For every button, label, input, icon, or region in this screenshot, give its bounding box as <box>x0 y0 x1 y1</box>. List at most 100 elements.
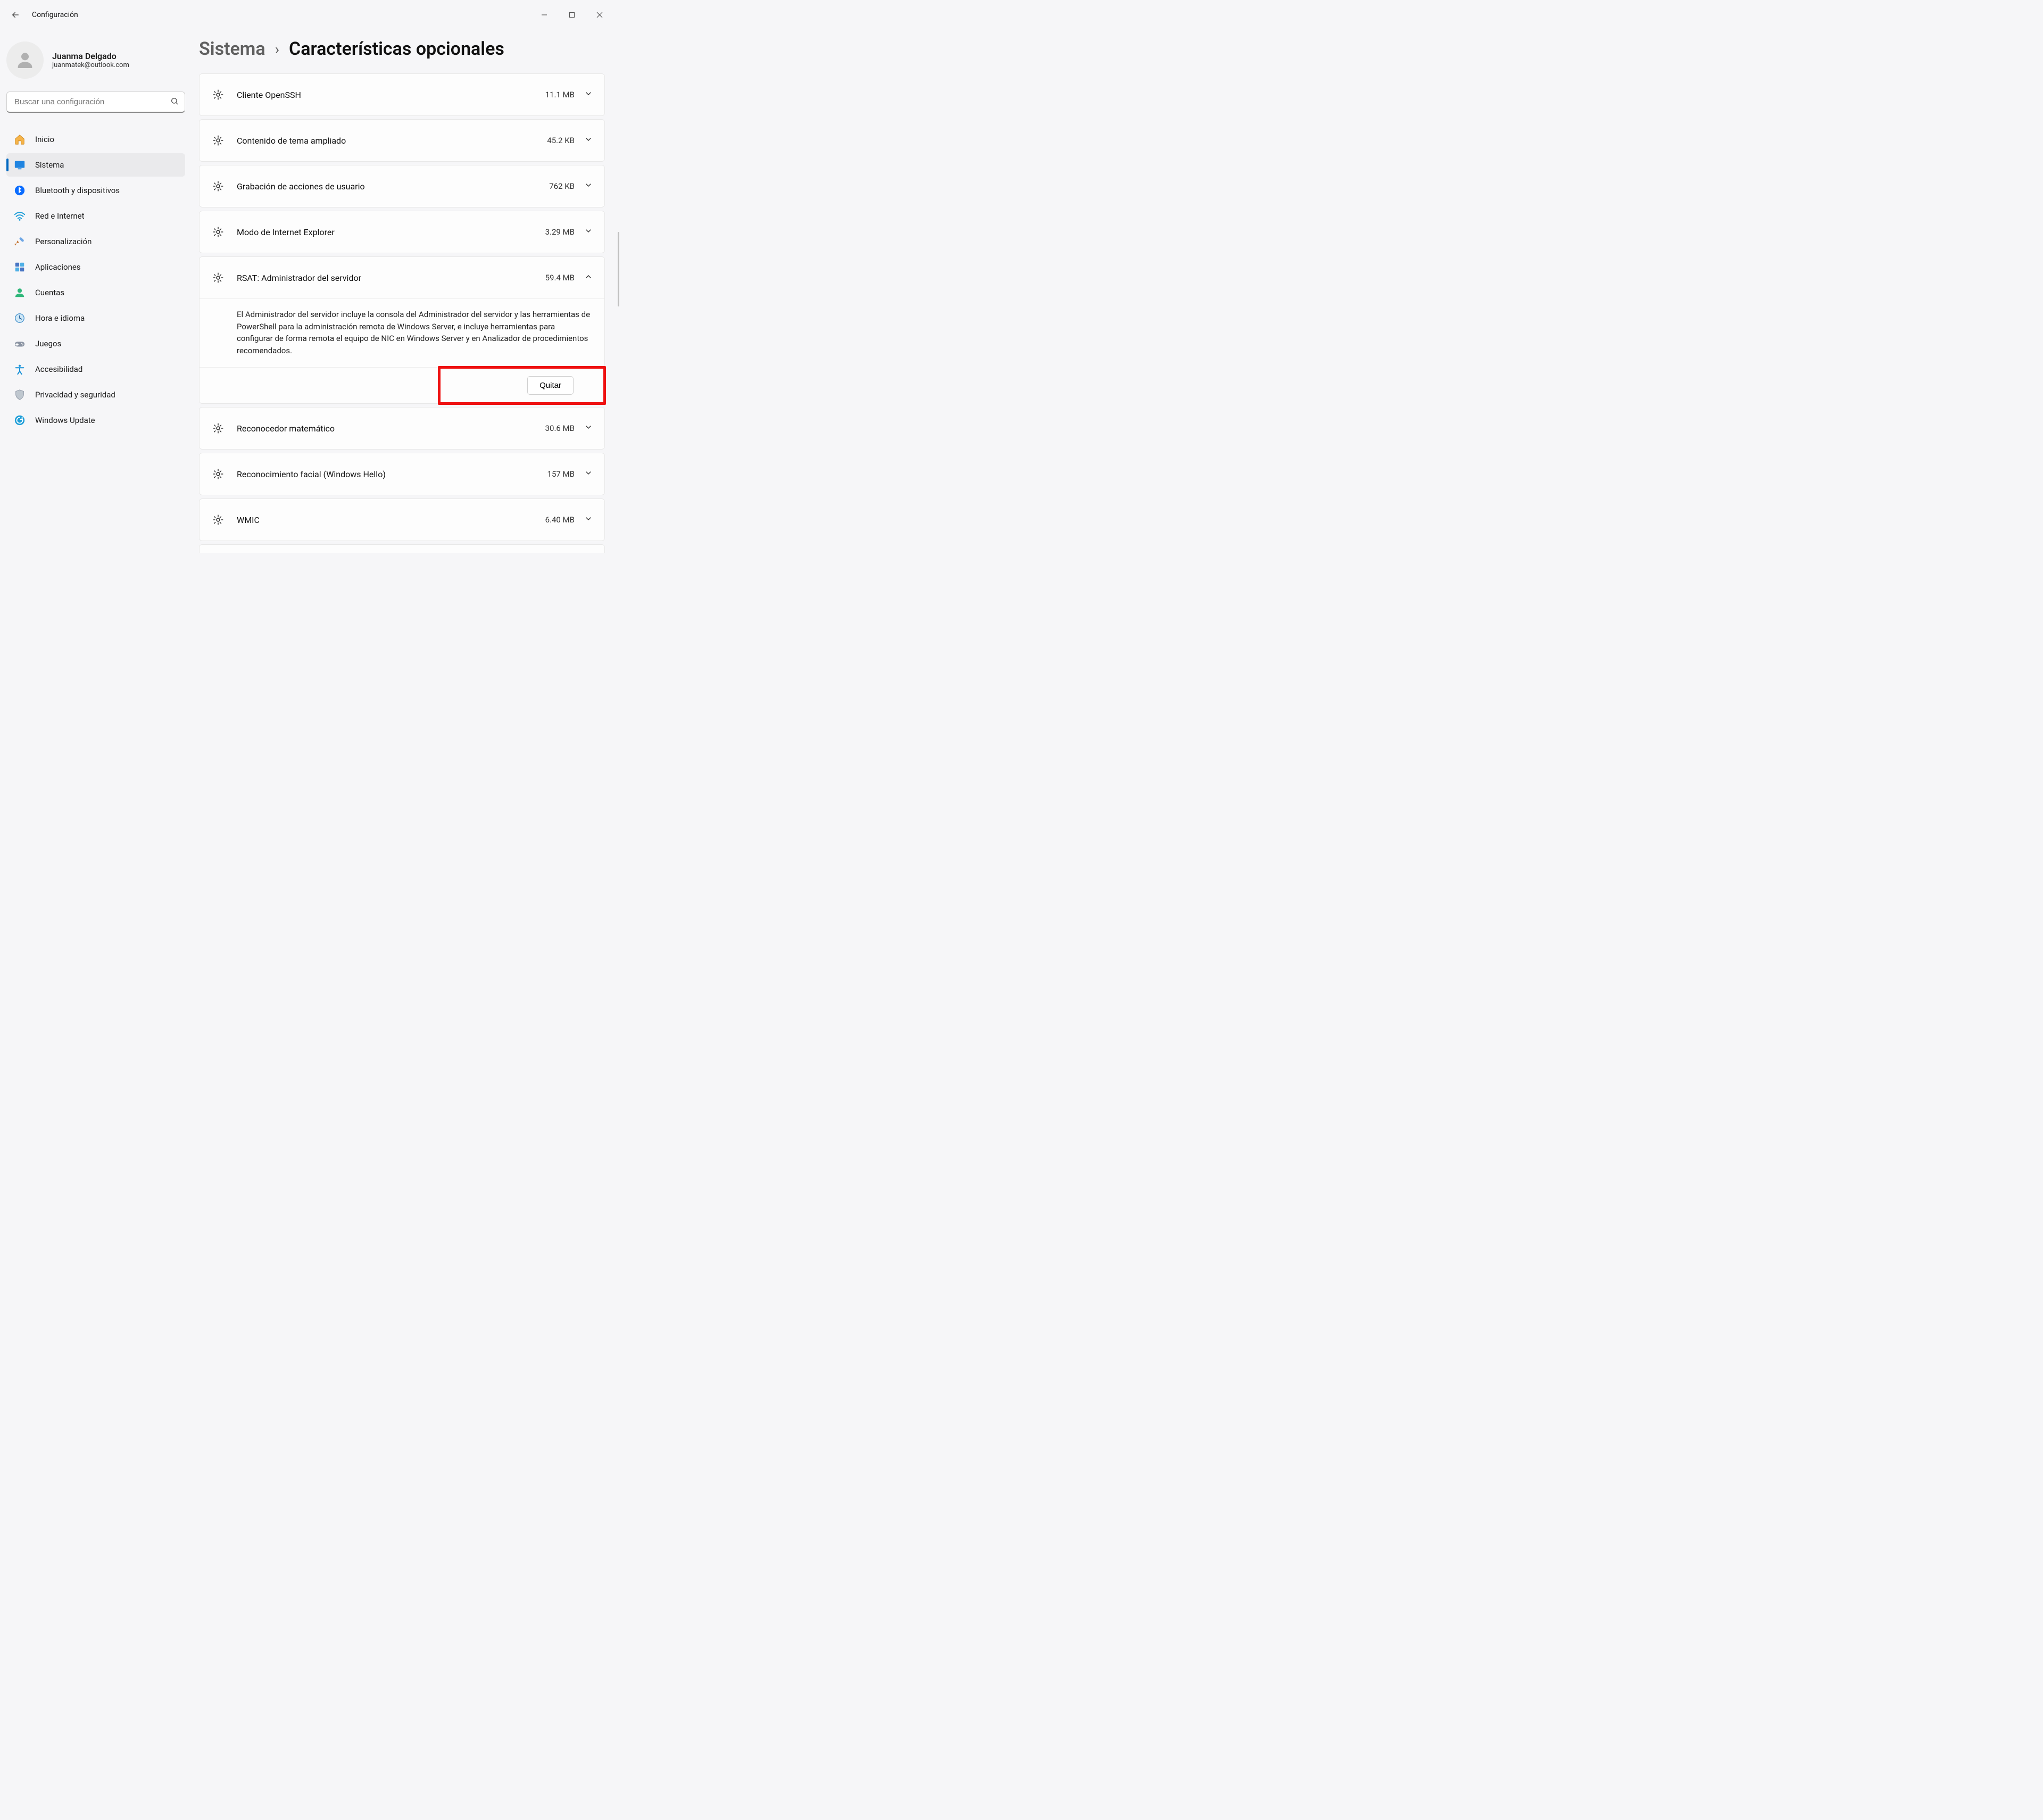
nav-list: Inicio Sistema Bluetooth y dispositivos Red… <box>6 128 185 432</box>
feature-action-area: Quitar <box>200 367 604 403</box>
minimize-button[interactable] <box>530 5 558 24</box>
feature-label: Grabación de acciones de usuario <box>237 181 549 192</box>
search-box[interactable] <box>6 92 185 113</box>
bluetooth-icon <box>14 185 26 196</box>
feature-item: Contenido de tema ampliado45.2 KB <box>199 119 605 162</box>
feature-row[interactable]: WMIC6.40 MB <box>200 499 604 541</box>
feature-row[interactable]: Reconocimiento facial (Windows Hello)157… <box>200 453 604 495</box>
feature-size: 45.2 KB <box>547 136 575 145</box>
sidebar-item-system[interactable]: Sistema <box>6 153 185 177</box>
main-content: Sistema › Características opcionales Cli… <box>192 30 620 553</box>
breadcrumb-current: Características opcionales <box>289 38 504 60</box>
feature-list: Cliente OpenSSH11.1 MB Contenido de tema … <box>199 73 605 553</box>
sidebar-item-time[interactable]: Hora e idioma <box>6 306 185 330</box>
sidebar-item-label: Windows Update <box>35 415 95 425</box>
breadcrumb: Sistema › Características opcionales <box>199 38 605 60</box>
chevron-down-icon <box>584 514 593 525</box>
sidebar-item-label: Cuentas <box>35 288 64 297</box>
feature-row[interactable]: Cliente OpenSSH11.1 MB <box>200 74 604 115</box>
feature-label: WMIC <box>237 515 545 525</box>
gear-icon <box>211 179 225 193</box>
sidebar-item-network[interactable]: Red e Internet <box>6 204 185 228</box>
sidebar-item-privacy[interactable]: Privacidad y seguridad <box>6 383 185 406</box>
sidebar-item-label: Red e Internet <box>35 211 85 221</box>
feature-label: Modo de Internet Explorer <box>237 227 545 237</box>
feature-item: Reconocedor matemático30.6 MB <box>199 407 605 450</box>
profile-name: Juanma Delgado <box>52 51 129 61</box>
feature-row[interactable]: Modo de Internet Explorer3.29 MB <box>200 211 604 253</box>
feature-size: 11.1 MB <box>545 90 575 99</box>
chevron-right-icon: › <box>275 40 279 58</box>
chevron-down-icon <box>584 423 593 434</box>
feature-size: 30.6 MB <box>545 423 575 433</box>
gear-icon <box>211 225 225 239</box>
feature-size: 59.4 MB <box>545 273 575 282</box>
home-icon <box>14 134 26 145</box>
sidebar-item-personalization[interactable]: Personalización <box>6 230 185 253</box>
gear-icon <box>211 88 225 102</box>
feature-item: Reconocimiento facial (Windows Hello)157… <box>199 453 605 495</box>
feature-description: El Administrador del servidor incluye la… <box>200 298 604 367</box>
network-icon <box>14 210 26 222</box>
feature-label: Reconocedor matemático <box>237 423 545 434</box>
sidebar-item-home[interactable]: Inicio <box>6 128 185 151</box>
update-icon <box>14 414 26 426</box>
breadcrumb-parent[interactable]: Sistema <box>199 38 265 60</box>
sidebar-item-update[interactable]: Windows Update <box>6 409 185 432</box>
feature-item: Grabación de acciones de usuario762 KB <box>199 165 605 207</box>
sidebar-item-label: Aplicaciones <box>35 262 81 272</box>
sidebar-item-label: Accesibilidad <box>35 364 82 374</box>
sidebar-item-accounts[interactable]: Cuentas <box>6 281 185 304</box>
close-button[interactable] <box>586 5 613 24</box>
gear-icon <box>211 513 225 527</box>
sidebar-item-bluetooth[interactable]: Bluetooth y dispositivos <box>6 179 185 202</box>
titlebar: Configuración <box>0 0 620 30</box>
feature-item: WMIC6.40 MB <box>199 498 605 541</box>
gear-icon <box>211 467 225 481</box>
feature-item: Modo de Internet Explorer3.29 MB <box>199 211 605 253</box>
feature-item: RSAT: Administrador del servidor59.4 MBE… <box>199 256 605 404</box>
system-icon <box>14 159 26 171</box>
remove-button[interactable]: Quitar <box>527 376 574 395</box>
feature-size: 6.40 MB <box>545 515 575 525</box>
gaming-icon <box>14 338 26 350</box>
sidebar-item-label: Hora e idioma <box>35 313 85 323</box>
feature-row[interactable]: Grabación de acciones de usuario762 KB <box>200 165 604 207</box>
avatar <box>6 41 44 79</box>
chevron-down-icon <box>584 227 593 237</box>
personalization-icon <box>14 236 26 247</box>
maximize-button[interactable] <box>558 5 586 24</box>
chevron-down-icon <box>584 89 593 100</box>
sidebar-item-gaming[interactable]: Juegos <box>6 332 185 355</box>
feature-item: Windows Media Player Legacy (App)52.2 MB <box>199 544 605 553</box>
highlight-annotation <box>438 366 606 405</box>
feature-size: 157 MB <box>547 469 575 479</box>
feature-label: RSAT: Administrador del servidor <box>237 273 545 283</box>
chevron-down-icon <box>584 181 593 192</box>
privacy-icon <box>14 389 26 401</box>
feature-row[interactable]: Contenido de tema ampliado45.2 KB <box>200 120 604 161</box>
profile-email: juanmatek@outlook.com <box>52 61 129 69</box>
feature-row[interactable]: Reconocedor matemático30.6 MB <box>200 408 604 449</box>
search-input[interactable] <box>6 92 185 113</box>
back-button[interactable] <box>6 6 24 24</box>
apps-icon <box>14 261 26 273</box>
sidebar-item-label: Juegos <box>35 339 61 348</box>
chevron-down-icon <box>584 469 593 479</box>
scrollbar-thumb[interactable] <box>618 232 619 306</box>
sidebar-item-label: Privacidad y seguridad <box>35 390 115 400</box>
gear-icon <box>211 271 225 285</box>
feature-row[interactable]: RSAT: Administrador del servidor59.4 MB <box>200 257 604 298</box>
sidebar-item-apps[interactable]: Aplicaciones <box>6 255 185 279</box>
gear-icon <box>211 421 225 435</box>
app-title: Configuración <box>32 11 78 19</box>
profile-block[interactable]: Juanma Delgado juanmatek@outlook.com <box>6 36 185 92</box>
sidebar-item-label: Inicio <box>35 135 54 144</box>
feature-label: Contenido de tema ampliado <box>237 136 547 146</box>
chevron-down-icon <box>584 135 593 146</box>
feature-row[interactable]: Windows Media Player Legacy (App)52.2 MB <box>200 545 604 553</box>
sidebar-item-accessibility[interactable]: Accesibilidad <box>6 358 185 381</box>
window-controls <box>530 5 613 24</box>
time-icon <box>14 312 26 324</box>
sidebar-item-label: Sistema <box>35 160 64 170</box>
